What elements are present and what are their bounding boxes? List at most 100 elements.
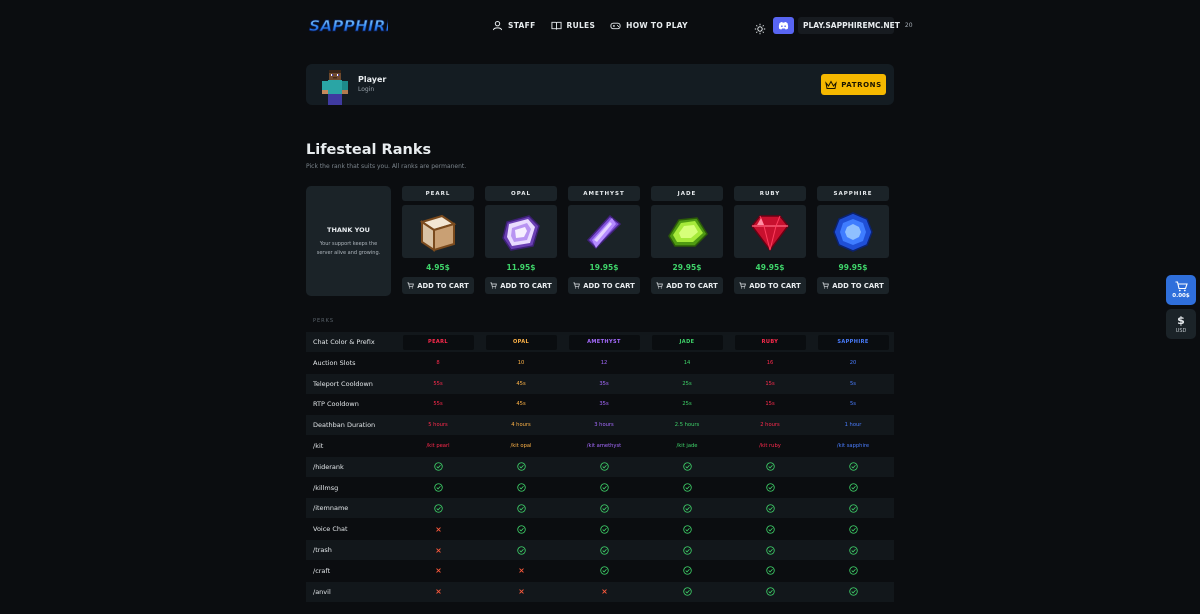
perk-value: 55s xyxy=(433,401,443,408)
check-icon xyxy=(817,582,889,602)
check-icon xyxy=(568,478,640,498)
perk-value: /kit ruby xyxy=(759,443,781,449)
discord-icon xyxy=(778,21,789,30)
chat-prefix-tag: JADE xyxy=(651,334,723,350)
chat-prefix-tag: AMETHYST xyxy=(568,334,640,350)
add-to-cart-label: ADD TO CART xyxy=(666,281,718,290)
perk-value: 1 hour xyxy=(844,422,862,429)
cart-icon xyxy=(656,282,664,289)
perk-value: 14 xyxy=(683,359,691,366)
check-icon xyxy=(734,478,806,498)
currency-selector-button[interactable]: $ USD xyxy=(1166,309,1196,339)
perk-row: /itemname xyxy=(306,498,894,519)
ruby-gem-icon xyxy=(751,214,789,251)
add-to-cart-button[interactable]: ADD TO CART xyxy=(402,277,474,294)
nav-staff-label: STAFF xyxy=(508,21,536,30)
perk-cell: RUBY xyxy=(734,332,806,352)
check-icon xyxy=(485,457,557,477)
perk-label: /itemname xyxy=(313,504,349,513)
server-ip: PLAY.SAPPHIREMC.NET xyxy=(803,21,900,30)
cross-icon xyxy=(402,561,474,581)
perk-label: /trash xyxy=(313,546,332,554)
perk-row: Deathban Duration 5 hours 4 hours 3 hours 2.… xyxy=(306,415,894,436)
check-icon xyxy=(734,498,806,518)
perk-label: /craft xyxy=(313,566,331,575)
perk-value: /kit pearl xyxy=(426,443,450,449)
cross-icon xyxy=(402,582,474,602)
thank-you-text: Your support keeps the server alive and … xyxy=(316,241,381,256)
nav-rules-label: RULES xyxy=(566,21,596,30)
theme-toggle-button[interactable] xyxy=(754,20,766,35)
check-icon xyxy=(651,457,723,477)
rank-image xyxy=(734,205,806,258)
nav-staff[interactable]: STAFF xyxy=(492,20,536,31)
chat-prefix-tag: RUBY xyxy=(734,334,806,350)
perk-value: 25s xyxy=(682,401,692,408)
add-to-cart-button[interactable]: ADD TO CART xyxy=(568,277,640,294)
opal-gem-icon xyxy=(502,214,540,251)
perk-value: 8 xyxy=(436,359,440,366)
server-ip-box[interactable]: PLAY.SAPPHIREMC.NET 20 xyxy=(798,17,913,34)
perk-value: 3 hours xyxy=(594,422,614,429)
check-icon xyxy=(734,540,806,560)
check-icon xyxy=(402,478,474,498)
rank-price: 11.95$ xyxy=(506,263,536,272)
check-icon xyxy=(817,478,889,498)
check-icon xyxy=(817,498,889,518)
rank-label: AMETHYST xyxy=(568,186,640,201)
add-to-cart-label: ADD TO CART xyxy=(583,281,635,290)
patrons-button[interactable]: PATRONS xyxy=(821,74,886,95)
player-avatar[interactable] xyxy=(320,68,350,105)
perk-value: 2 hours xyxy=(760,422,780,429)
perk-cell: OPAL xyxy=(485,332,557,352)
perk-value: /kit opal xyxy=(510,443,532,449)
chat-prefix-tag: OPAL xyxy=(485,334,557,350)
add-to-cart-button[interactable]: ADD TO CART xyxy=(734,277,806,294)
nav-how-to-play[interactable]: HOW TO PLAY xyxy=(610,20,688,31)
perk-value: 20 xyxy=(849,359,857,366)
rank-card-jade: JADE 29.95$ ADD TO CART xyxy=(651,186,723,294)
add-to-cart-button[interactable]: ADD TO CART xyxy=(817,277,889,294)
cart-icon xyxy=(407,282,415,289)
rank-image xyxy=(485,205,557,258)
check-icon xyxy=(734,457,806,477)
login-link[interactable]: Login xyxy=(358,86,374,93)
perk-value: 35s xyxy=(599,380,609,387)
player-card: Player Login PATRONS xyxy=(306,64,894,105)
nav-rules[interactable]: RULES xyxy=(550,20,596,31)
check-icon xyxy=(485,519,557,539)
perk-row: Voice Chat xyxy=(306,519,894,539)
check-icon xyxy=(402,457,474,477)
check-icon xyxy=(651,561,723,581)
perk-label: Chat Color & Prefix xyxy=(313,338,375,346)
cross-icon xyxy=(402,540,474,560)
amethyst-crystal-icon xyxy=(586,214,622,249)
perk-value: 45s xyxy=(516,380,526,387)
discord-button[interactable] xyxy=(773,17,794,34)
check-icon xyxy=(485,498,557,518)
rank-price: 99.95$ xyxy=(838,263,868,272)
cross-icon xyxy=(402,519,474,539)
check-icon xyxy=(817,540,889,560)
check-icon xyxy=(817,457,889,477)
add-to-cart-button[interactable]: ADD TO CART xyxy=(485,277,557,294)
add-to-cart-button[interactable]: ADD TO CART xyxy=(651,277,723,294)
perk-row: /kit/kit pearl/kit opal/kit amethyst/kit… xyxy=(306,436,894,456)
perk-label: /kit xyxy=(313,442,324,450)
main-nav: STAFF RULES HOW TO PLAY xyxy=(492,20,688,31)
perk-value: 15s xyxy=(765,401,775,408)
currency-symbol: $ xyxy=(1177,313,1185,327)
cart-icon xyxy=(739,282,747,289)
perk-row: RTP Cooldown 55s 45s 35s 25s 15s 5s xyxy=(306,394,894,414)
check-icon xyxy=(734,519,806,539)
cart-widget-button[interactable]: 0.00$ xyxy=(1166,275,1196,305)
sapphire-logo[interactable]: SAPPHIRE xyxy=(308,12,397,38)
check-icon xyxy=(651,498,723,518)
nav-how-to-play-label: HOW TO PLAY xyxy=(626,21,688,30)
gamepad-icon xyxy=(610,22,621,30)
check-icon xyxy=(568,540,640,560)
rank-image xyxy=(402,205,474,258)
rank-card-sapphire: SAPPHIRE 99.95$ ADD TO CART xyxy=(817,186,889,294)
perk-label: /hiderank xyxy=(313,462,344,471)
cart-icon xyxy=(573,282,581,289)
